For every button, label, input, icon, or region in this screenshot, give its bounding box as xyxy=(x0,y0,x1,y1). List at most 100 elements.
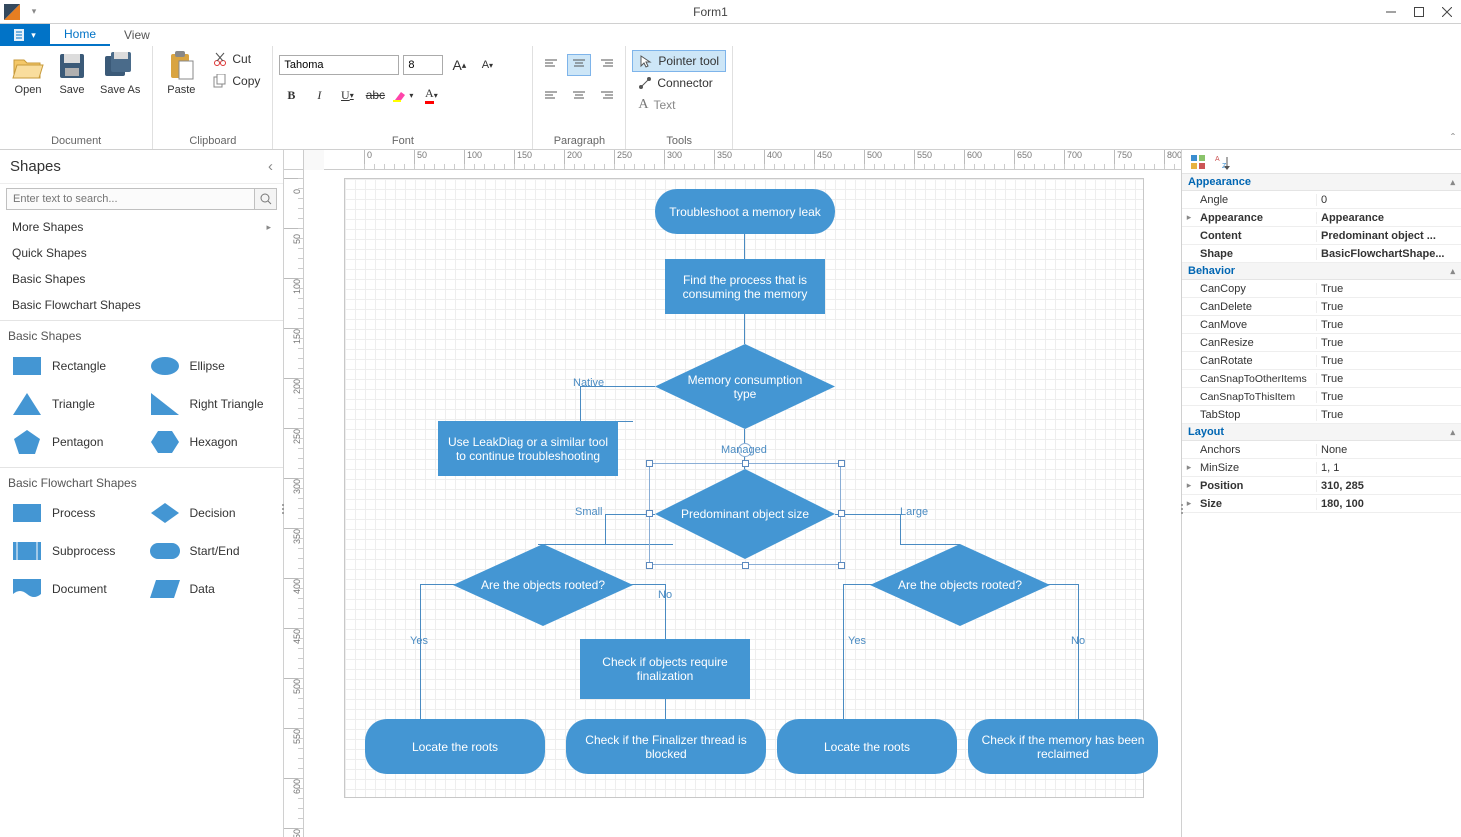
maximize-button[interactable] xyxy=(1405,0,1433,24)
prop-tabstop-value[interactable]: True xyxy=(1316,409,1461,421)
expand-icon[interactable]: ▸ xyxy=(1182,212,1196,223)
shape-ellipse[interactable]: Ellipse xyxy=(144,349,278,383)
shape-subprocess[interactable]: Subprocess xyxy=(6,534,140,568)
node-process-finalization[interactable]: Check if objects require finalization xyxy=(580,639,750,699)
highlight-icon[interactable]: ▾ xyxy=(391,84,415,106)
node-decision-memtype[interactable]: Memory consumption type xyxy=(655,344,835,429)
text-icon: A xyxy=(638,97,648,113)
copy-button[interactable]: Copy xyxy=(207,70,266,92)
category-quick-shapes[interactable]: Quick Shapes xyxy=(0,240,283,266)
font-color-icon[interactable]: A ▾ xyxy=(419,84,443,106)
prop-cansnapother-value[interactable]: True xyxy=(1316,373,1461,385)
minimize-button[interactable] xyxy=(1377,0,1405,24)
prop-minsize-value[interactable]: 1, 1 xyxy=(1316,462,1461,474)
node-terminator-roots2[interactable]: Locate the roots xyxy=(777,719,957,774)
prop-shape-value[interactable]: BasicFlowchartShape... xyxy=(1316,248,1461,260)
category-basic-shapes[interactable]: Basic Shapes xyxy=(0,266,283,292)
align-top-center-icon[interactable] xyxy=(567,54,591,76)
node-process-find[interactable]: Find the process that is consuming the m… xyxy=(665,259,825,314)
prop-anchors-value[interactable]: None xyxy=(1316,444,1461,456)
diagram-canvas[interactable]: Troubleshoot a memory leak Find the proc… xyxy=(304,170,1181,837)
category-more-shapes[interactable]: More Shapes▸ xyxy=(0,214,283,240)
search-button[interactable] xyxy=(255,188,277,210)
node-terminator-reclaimed[interactable]: Check if the memory has been reclaimed xyxy=(968,719,1158,774)
label-managed: Managed xyxy=(721,444,767,456)
node-terminator-start[interactable]: Troubleshoot a memory leak xyxy=(655,189,835,234)
font-size-select[interactable] xyxy=(403,55,443,75)
prop-canrotate-value[interactable]: True xyxy=(1316,355,1461,367)
label-large: Large xyxy=(900,506,928,518)
diagram-page[interactable]: Troubleshoot a memory leak Find the proc… xyxy=(344,178,1144,798)
underline-icon[interactable]: U ▾ xyxy=(335,84,359,106)
prop-candelete-value[interactable]: True xyxy=(1316,301,1461,313)
shape-data[interactable]: Data xyxy=(144,572,278,606)
node-terminator-roots1[interactable]: Locate the roots xyxy=(365,719,545,774)
shape-document[interactable]: Document xyxy=(6,572,140,606)
save-as-button[interactable]: Save As xyxy=(94,48,146,98)
node-decision-rooted-left[interactable]: Are the objects rooted? xyxy=(453,544,633,626)
expand-icon[interactable]: ▸ xyxy=(1182,462,1196,473)
expand-icon[interactable]: ▸ xyxy=(1182,480,1196,491)
section-flowchart-shapes: Basic Flowchart Shapes xyxy=(0,470,283,496)
shape-pentagon[interactable]: Pentagon xyxy=(6,425,140,459)
open-button[interactable]: Open xyxy=(6,48,50,98)
align-top-left-icon[interactable] xyxy=(539,54,563,76)
tab-home[interactable]: Home xyxy=(50,24,110,46)
shape-startend[interactable]: Start/End xyxy=(144,534,278,568)
align-left-icon[interactable] xyxy=(539,84,563,106)
prop-cancopy-value[interactable]: True xyxy=(1316,283,1461,295)
bold-icon[interactable]: B xyxy=(279,84,303,106)
pointer-tool-button[interactable]: Pointer tool xyxy=(632,50,726,72)
strikethrough-icon[interactable]: abc xyxy=(363,84,387,106)
file-menu-button[interactable]: ▾ xyxy=(0,24,50,46)
prop-appearance-value[interactable]: Appearance xyxy=(1316,212,1461,224)
category-flowchart-shapes[interactable]: Basic Flowchart Shapes xyxy=(0,292,283,318)
shape-triangle[interactable]: Triangle xyxy=(6,387,140,421)
categorized-view-icon[interactable] xyxy=(1188,152,1208,172)
close-button[interactable] xyxy=(1433,0,1461,24)
font-family-select[interactable] xyxy=(279,55,399,75)
search-icon xyxy=(260,193,272,205)
alphabetical-view-icon[interactable]: AZ xyxy=(1212,152,1232,172)
connector-icon xyxy=(638,76,652,90)
prop-content-value[interactable]: Predominant object ... xyxy=(1316,230,1461,242)
italic-icon[interactable]: I xyxy=(307,84,331,106)
save-button[interactable]: Save xyxy=(50,48,94,98)
prop-cansnapthis-value[interactable]: True xyxy=(1316,391,1461,403)
category-layout[interactable]: Layout▴ xyxy=(1182,424,1461,441)
grow-font-icon[interactable]: A▴ xyxy=(447,54,471,76)
node-decision-rooted-right[interactable]: Are the objects rooted? xyxy=(870,544,1050,626)
node-terminator-finalizer[interactable]: Check if the Finalizer thread is blocked xyxy=(566,719,766,774)
prop-angle-value[interactable]: 0 xyxy=(1316,194,1461,206)
qat-dropdown-icon[interactable]: ▾ xyxy=(24,6,44,17)
text-tool-button[interactable]: A Text xyxy=(632,94,726,116)
shape-hexagon[interactable]: Hexagon xyxy=(144,425,278,459)
collapse-shapes-icon[interactable]: ‹ xyxy=(268,158,273,175)
align-top-right-icon[interactable] xyxy=(595,54,619,76)
paste-button[interactable]: Paste xyxy=(159,48,203,98)
cut-button[interactable]: Cut xyxy=(207,48,266,70)
prop-canresize-value[interactable]: True xyxy=(1316,337,1461,349)
prop-canmove-value[interactable]: True xyxy=(1316,319,1461,331)
shape-right-triangle[interactable]: Right Triangle xyxy=(144,387,278,421)
prop-position-value[interactable]: 310, 285 xyxy=(1316,480,1461,492)
shape-decision[interactable]: Decision xyxy=(144,496,278,530)
tab-view[interactable]: View xyxy=(110,24,164,46)
shrink-font-icon[interactable]: A▾ xyxy=(475,54,499,76)
shape-process[interactable]: Process xyxy=(6,496,140,530)
align-right-icon[interactable] xyxy=(595,84,619,106)
node-process-leakdiag[interactable]: Use LeakDiag or a similar tool to contin… xyxy=(438,421,618,476)
collapse-ribbon-icon[interactable]: ˆ xyxy=(1451,131,1455,145)
chevron-right-icon: ▸ xyxy=(266,222,271,233)
group-label-document: Document xyxy=(6,133,146,149)
panel-resize-grip-right[interactable] xyxy=(1179,494,1185,524)
shape-rectangle[interactable]: Rectangle xyxy=(6,349,140,383)
category-behavior[interactable]: Behavior▴ xyxy=(1182,263,1461,280)
shapes-search-input[interactable] xyxy=(6,188,255,210)
prop-size-value[interactable]: 180, 100 xyxy=(1316,498,1461,510)
pointer-icon xyxy=(639,54,653,68)
ribbon: Open Save Save As Document Paste Cut xyxy=(0,46,1461,150)
connector-tool-button[interactable]: Connector xyxy=(632,72,726,94)
category-appearance[interactable]: Appearance▴ xyxy=(1182,174,1461,191)
align-center-icon[interactable] xyxy=(567,84,591,106)
